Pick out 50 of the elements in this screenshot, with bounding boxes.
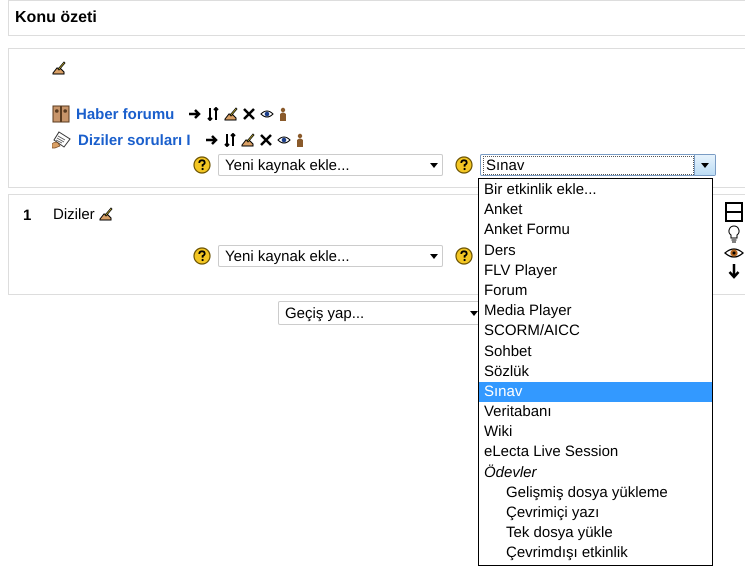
person-icon[interactable] <box>279 107 288 121</box>
dropdown-option[interactable]: Bir etkinlik ekle... <box>479 180 712 200</box>
split-box-icon[interactable] <box>725 202 743 222</box>
down-arrow-icon[interactable] <box>728 263 740 279</box>
dropdown-option[interactable]: Çevrimiçi yazı <box>479 503 712 524</box>
dropdown-option[interactable]: Sözlük <box>479 362 712 382</box>
eye-icon[interactable] <box>276 135 291 145</box>
section-title: Diziler <box>53 206 95 222</box>
resource-select[interactable]: Yeni kaynak ekle... <box>218 245 443 267</box>
page-title: Konu özeti <box>15 9 97 27</box>
dropdown-option[interactable]: Anket <box>479 200 712 220</box>
up-down-arrows-icon[interactable] <box>207 107 220 121</box>
up-down-arrows-icon[interactable] <box>224 133 236 147</box>
eye-icon[interactable] <box>260 109 274 119</box>
dropdown-option[interactable]: Çevrimdışı etkinlik <box>479 543 712 564</box>
right-arrow-icon[interactable] <box>188 108 202 120</box>
help-icon[interactable] <box>455 156 473 174</box>
eye-icon[interactable] <box>724 246 744 260</box>
dropdown-option[interactable]: Veritabanı <box>479 402 712 422</box>
caret-icon <box>430 162 438 168</box>
help-icon[interactable] <box>193 247 211 265</box>
help-icon[interactable] <box>455 247 473 265</box>
person-icon[interactable] <box>296 133 304 147</box>
pencil-hand-icon[interactable] <box>52 61 66 75</box>
activity-select[interactable]: Sınav <box>480 154 716 176</box>
pencil-hand-icon[interactable] <box>98 207 113 221</box>
dropdown-option[interactable]: Wiki <box>479 422 712 442</box>
dropdown-option[interactable]: Sohbet <box>479 342 712 362</box>
activity-link[interactable]: Haber forumu <box>76 106 174 122</box>
dropdown-option[interactable]: Ders <box>479 240 712 261</box>
lightbulb-icon[interactable] <box>728 225 740 243</box>
dropdown-option[interactable]: Anket Formu <box>479 220 712 241</box>
caret-icon <box>701 162 709 168</box>
right-arrow-icon[interactable] <box>204 134 219 146</box>
help-icon[interactable] <box>193 156 211 174</box>
hand-with-paper-icon <box>52 131 72 149</box>
delete-icon[interactable] <box>243 108 256 120</box>
option-group-label: Ödevler <box>483 462 538 483</box>
delete-icon[interactable] <box>260 134 272 146</box>
section-number: 1 <box>22 206 32 226</box>
dropdown-option[interactable]: Tek dosya yükle <box>479 523 712 544</box>
pencil-hand-icon[interactable] <box>224 107 238 121</box>
dropdown-option[interactable]: eLecta Live Session <box>479 442 712 463</box>
dropdown-option[interactable]: Forum <box>479 280 712 302</box>
caret-icon <box>430 254 438 258</box>
resource-select[interactable]: Yeni kaynak ekle... <box>218 154 443 176</box>
activity-link[interactable]: Diziler soruları I <box>78 132 191 148</box>
dropdown-option[interactable]: FLV Player <box>479 260 712 281</box>
dropdown-option[interactable]: Gelişmiş dosya yükleme <box>479 482 712 503</box>
pencil-hand-icon[interactable] <box>240 133 255 147</box>
